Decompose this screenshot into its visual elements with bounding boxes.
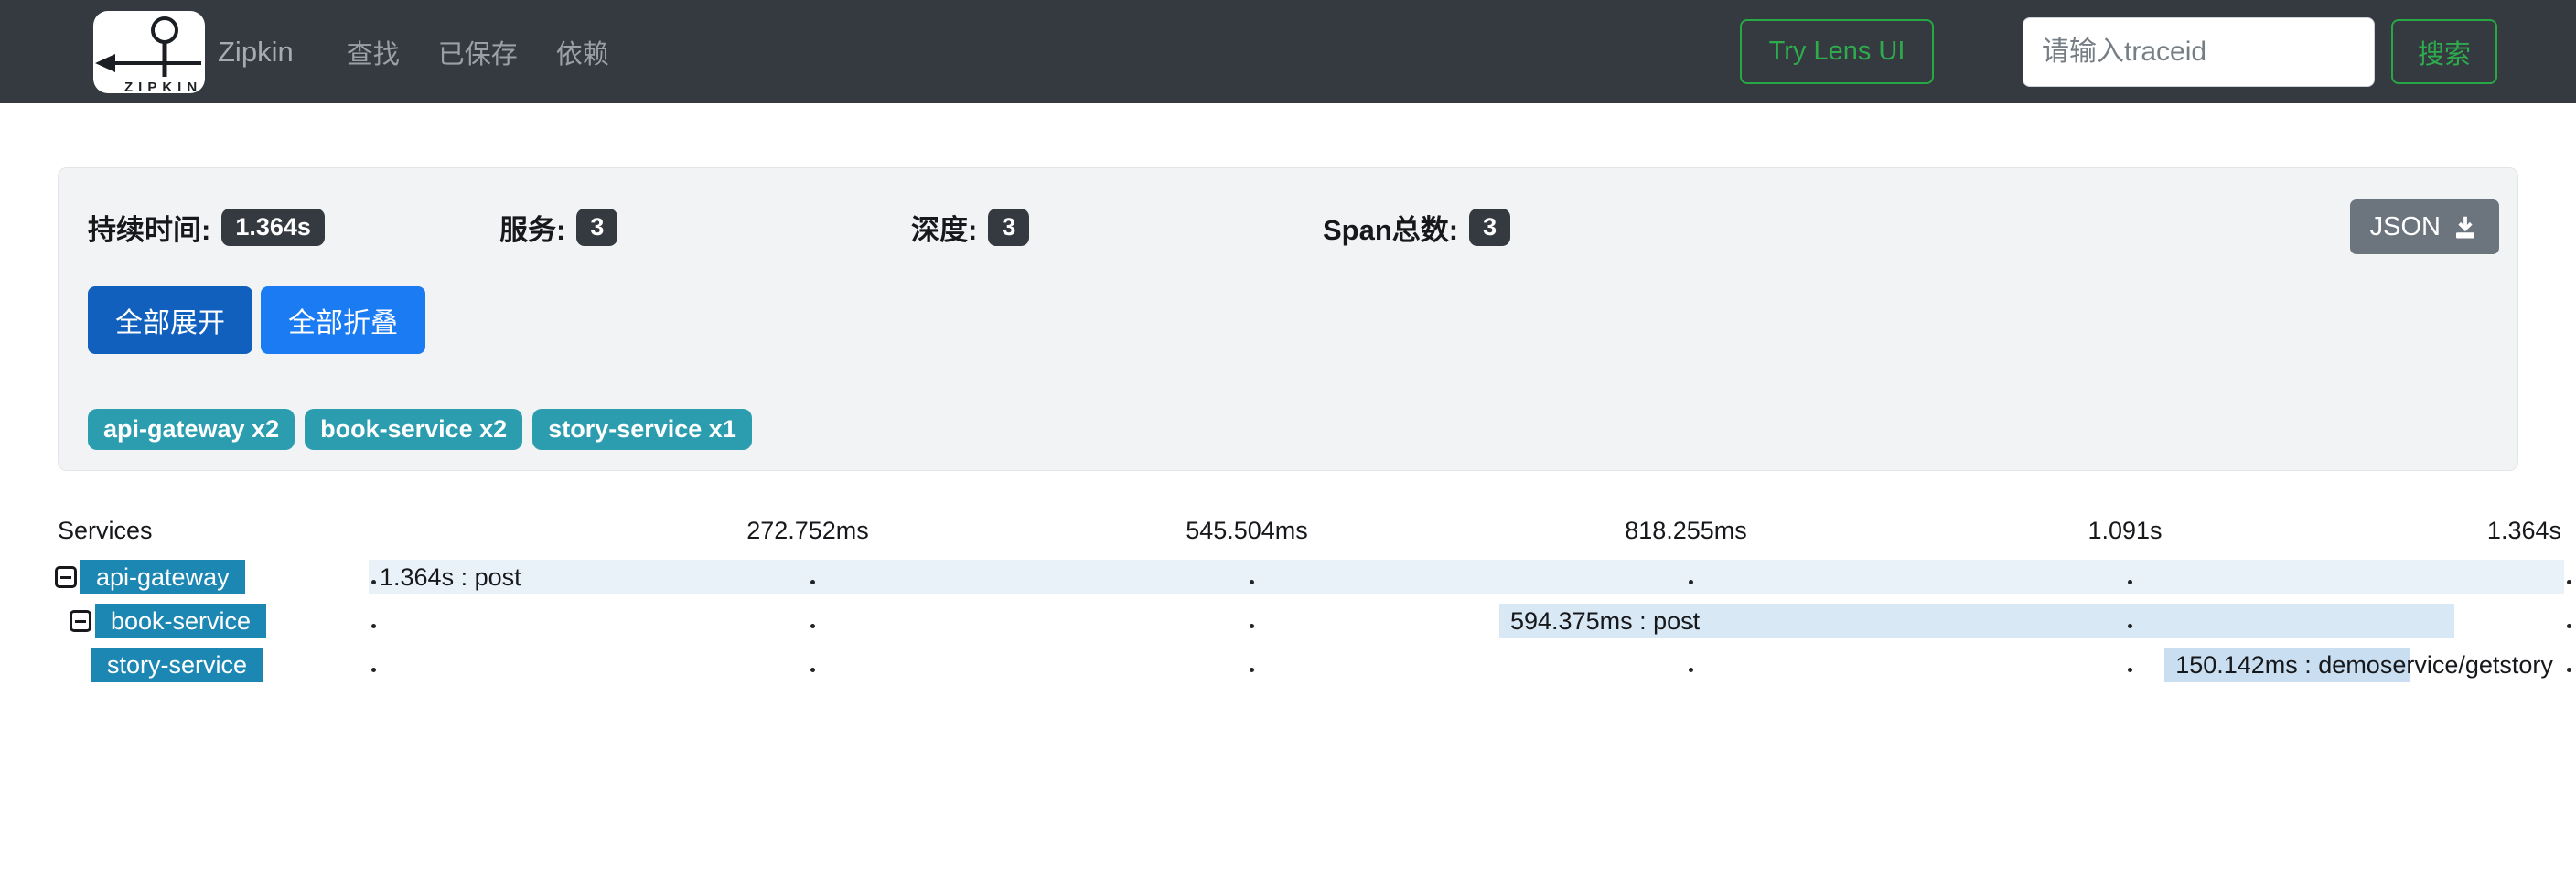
service-name-api-gateway[interactable]: api-gateway [80, 560, 245, 594]
timeline-dot [2128, 624, 2132, 628]
time-tick-4: 1.091s [2088, 510, 2162, 551]
stat-total-spans: Span总数: 3 [1323, 207, 1734, 248]
timeline-rows: 1.364s : post api-gateway 594.375ms : po… [0, 556, 2576, 688]
span-bar-book-service[interactable]: 594.375ms : post [1499, 604, 2454, 638]
navbar: ZIPKIN Zipkin 查找 已保存 依赖 Try Lens UI 搜索 [0, 0, 2576, 103]
download-icon [2452, 213, 2479, 241]
stat-services-label: 服务: [499, 207, 565, 248]
time-tick-5: 1.364s [2487, 510, 2561, 551]
collapse-toggle-book-service[interactable] [70, 610, 91, 632]
try-lens-ui-button[interactable]: Try Lens UI [1740, 19, 1934, 84]
collapse-toggle-api-gateway[interactable] [55, 566, 77, 588]
json-download-label: JSON [2370, 212, 2441, 242]
stat-depth: 深度: 3 [911, 207, 1323, 248]
timeline-dot [810, 624, 815, 628]
trace-row-story-service: 150.142ms : demoservice/getstory story-s… [0, 644, 2576, 688]
span-bar-story-service[interactable]: 150.142ms : demoservice/getstory [2164, 648, 2410, 682]
zipkin-trace-page: ZIPKIN Zipkin 查找 已保存 依赖 Try Lens UI 搜索 持… [0, 0, 2576, 889]
time-tick-3: 818.255ms [1625, 510, 1747, 551]
brand-title[interactable]: Zipkin [218, 36, 294, 69]
timeline-dot [2567, 624, 2571, 628]
timeline-dot [2128, 668, 2132, 672]
timeline-dot [2567, 580, 2571, 584]
span-bar-api-gateway[interactable]: 1.364s : post [369, 560, 2564, 594]
json-download-button[interactable]: JSON [2350, 199, 2499, 254]
timeline-header: Services 272.752ms 545.504ms 818.255ms 1… [0, 510, 2576, 551]
zipkin-pin-icon: ZIPKIN [93, 11, 205, 93]
timeline-dot [371, 624, 376, 628]
stat-services-value: 3 [576, 209, 617, 246]
time-tick-2: 545.504ms [1186, 510, 1308, 551]
stat-duration-value: 1.364s [221, 209, 325, 246]
timeline-dot [371, 668, 376, 672]
service-name-story-service[interactable]: story-service [91, 648, 263, 682]
timeline-dot [2567, 668, 2571, 672]
trace-row-book-service: 594.375ms : post book-service [0, 600, 2576, 644]
stat-total-spans-value: 3 [1469, 209, 1510, 246]
stat-duration-label: 持续时间: [88, 207, 210, 248]
stat-depth-value: 3 [988, 209, 1029, 246]
timeline-dot [371, 580, 376, 584]
trace-row-api-gateway: 1.364s : post api-gateway [0, 556, 2576, 600]
nav-link-dependencies[interactable]: 依赖 [556, 33, 609, 71]
nav-link-saved[interactable]: 已保存 [438, 33, 518, 71]
service-badge-story-service[interactable]: story-service x1 [532, 409, 752, 450]
traceid-search-input[interactable] [2023, 17, 2375, 87]
svg-text:ZIPKIN: ZIPKIN [124, 80, 202, 93]
service-badges-row: api-gateway x2 book-service x2 story-ser… [88, 409, 752, 450]
service-name-book-service[interactable]: book-service [95, 604, 266, 638]
trace-stats-row: 持续时间: 1.364s 服务: 3 深度: 3 Span总数: 3 [88, 199, 1734, 254]
stat-total-spans-label: Span总数: [1323, 207, 1458, 248]
time-tick-1: 272.752ms [746, 510, 869, 551]
nav-link-find[interactable]: 查找 [347, 33, 400, 71]
timeline-dot [2128, 580, 2132, 584]
stat-depth-label: 深度: [911, 207, 977, 248]
stat-duration: 持续时间: 1.364s [88, 207, 499, 248]
timeline-dot [1689, 668, 1693, 672]
service-badge-book-service[interactable]: book-service x2 [305, 409, 522, 450]
services-column-header: Services [58, 510, 153, 551]
stat-services: 服务: 3 [499, 207, 911, 248]
search-button[interactable]: 搜索 [2391, 19, 2497, 84]
timeline-dot [1250, 624, 1254, 628]
collapse-all-button[interactable]: 全部折叠 [261, 286, 425, 354]
service-badge-api-gateway[interactable]: api-gateway x2 [88, 409, 295, 450]
timeline-dot [1250, 580, 1254, 584]
timeline-dot [1250, 668, 1254, 672]
timeline-dot [1689, 624, 1693, 628]
timeline-dot [1689, 580, 1693, 584]
zipkin-logo[interactable]: ZIPKIN [93, 11, 205, 93]
expand-all-button[interactable]: 全部展开 [88, 286, 252, 354]
timeline-dot [810, 668, 815, 672]
expand-collapse-buttons: 全部展开 全部折叠 [88, 286, 425, 354]
trace-summary-panel: 持续时间: 1.364s 服务: 3 深度: 3 Span总数: 3 JSON [58, 167, 2518, 471]
timeline-dot [810, 580, 815, 584]
